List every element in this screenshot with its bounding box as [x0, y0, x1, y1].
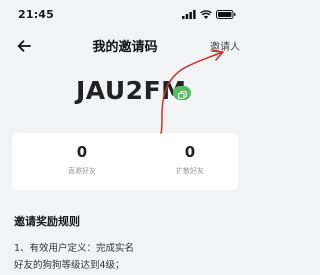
signal-icon — [182, 9, 196, 19]
invite-code: JAU2FM — [76, 76, 187, 105]
status-time: 21:45 — [18, 7, 55, 21]
direct-invites-count: 0 — [76, 143, 88, 161]
status-icons — [182, 9, 236, 19]
spread-invites-stat[interactable]: 0 扩散好友 — [150, 143, 230, 176]
rules-line: 1、有效用户定义：完成实名 — [14, 243, 135, 254]
invite-code-screen: 21:45 我的邀请码 邀请人 JAU2FM 0 直邀好友 0 扩散好友 邀请奖… — [0, 0, 250, 275]
rules-title: 邀请奖励规则 — [14, 215, 80, 228]
direct-invites-stat[interactable]: 0 直邀好友 — [42, 143, 122, 176]
spread-invites-label: 扩散好友 — [176, 167, 204, 175]
rules-line: 好友的狗狗等级达到4级； — [14, 260, 125, 271]
copy-button[interactable] — [173, 86, 191, 100]
inviter-link[interactable]: 邀请人 — [210, 38, 240, 53]
direct-invites-label: 直邀好友 — [68, 167, 96, 175]
wifi-icon — [200, 9, 212, 19]
invite-stats-card: 0 直邀好友 0 扩散好友 — [12, 133, 238, 190]
copy-icon — [177, 84, 187, 103]
status-bar: 21:45 — [0, 0, 250, 28]
nav-bar: 我的邀请码 邀请人 — [0, 28, 250, 64]
battery-icon — [216, 9, 236, 19]
invite-code-row: JAU2FM — [0, 74, 250, 114]
spread-invites-count: 0 — [184, 143, 196, 161]
